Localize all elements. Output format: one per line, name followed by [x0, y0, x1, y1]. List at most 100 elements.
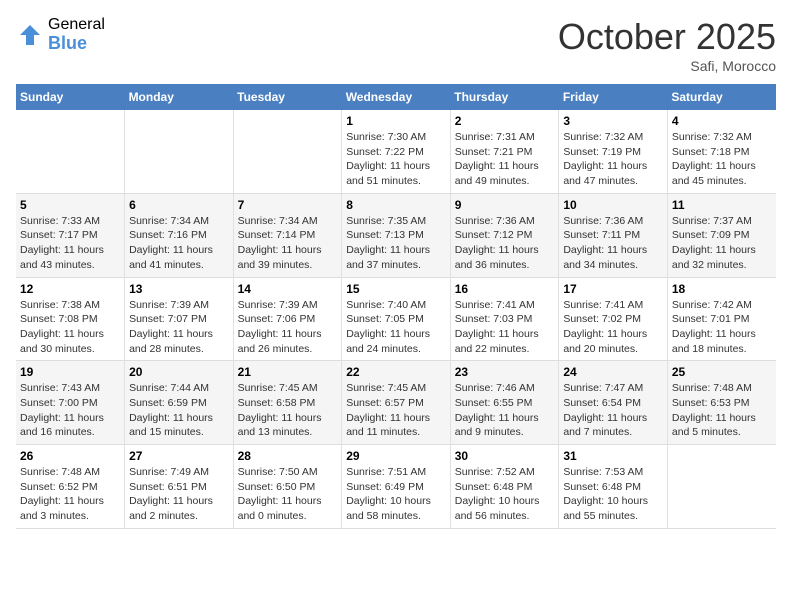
day-info: Sunrise: 7:46 AMSunset: 6:55 PMDaylight:… — [455, 381, 555, 440]
location: Safi, Morocco — [558, 58, 776, 74]
day-cell: 20 Sunrise: 7:44 AMSunset: 6:59 PMDayligh… — [125, 361, 234, 445]
col-monday: Monday — [125, 84, 234, 110]
day-cell: 28 Sunrise: 7:50 AMSunset: 6:50 PMDayligh… — [233, 445, 342, 529]
day-cell: 3 Sunrise: 7:32 AMSunset: 7:19 PMDaylight… — [559, 110, 668, 193]
day-info: Sunrise: 7:42 AMSunset: 7:01 PMDaylight:… — [672, 298, 772, 357]
day-info: Sunrise: 7:53 AMSunset: 6:48 PMDaylight:… — [563, 465, 663, 524]
day-number: 19 — [20, 365, 120, 379]
day-cell: 1 Sunrise: 7:30 AMSunset: 7:22 PMDaylight… — [342, 110, 451, 193]
day-number: 18 — [672, 282, 772, 296]
day-cell — [125, 110, 234, 193]
day-number: 9 — [455, 198, 555, 212]
day-info: Sunrise: 7:37 AMSunset: 7:09 PMDaylight:… — [672, 214, 772, 273]
calendar-table: Sunday Monday Tuesday Wednesday Thursday… — [16, 84, 776, 529]
day-number: 10 — [563, 198, 663, 212]
day-cell: 2 Sunrise: 7:31 AMSunset: 7:21 PMDaylight… — [450, 110, 559, 193]
day-number: 3 — [563, 114, 663, 128]
logo-general: General — [48, 16, 105, 34]
week-row-2: 5Sunrise: 7:33 AMSunset: 7:17 PMDaylight… — [16, 193, 776, 277]
day-cell: 10 Sunrise: 7:36 AMSunset: 7:11 PMDayligh… — [559, 193, 668, 277]
day-number: 27 — [129, 449, 229, 463]
day-info: Sunrise: 7:52 AMSunset: 6:48 PMDaylight:… — [455, 465, 555, 524]
day-number: 24 — [563, 365, 663, 379]
day-cell: 26Sunrise: 7:48 AMSunset: 6:52 PMDayligh… — [16, 445, 125, 529]
col-saturday: Saturday — [667, 84, 776, 110]
day-info: Sunrise: 7:34 AMSunset: 7:14 PMDaylight:… — [238, 214, 338, 273]
day-number: 2 — [455, 114, 555, 128]
day-cell: 7 Sunrise: 7:34 AMSunset: 7:14 PMDaylight… — [233, 193, 342, 277]
day-cell: 29Sunrise: 7:51 AMSunset: 6:49 PMDayligh… — [342, 445, 451, 529]
day-cell: 15 Sunrise: 7:40 AMSunset: 7:05 PMDayligh… — [342, 277, 451, 361]
day-number: 16 — [455, 282, 555, 296]
day-cell: 18 Sunrise: 7:42 AMSunset: 7:01 PMDayligh… — [667, 277, 776, 361]
day-info: Sunrise: 7:48 AMSunset: 6:52 PMDaylight:… — [20, 465, 120, 524]
calendar-header-row: Sunday Monday Tuesday Wednesday Thursday… — [16, 84, 776, 110]
day-info: Sunrise: 7:32 AMSunset: 7:18 PMDaylight:… — [672, 130, 772, 189]
day-number: 23 — [455, 365, 555, 379]
day-cell: 19Sunrise: 7:43 AMSunset: 7:00 PMDayligh… — [16, 361, 125, 445]
day-info: Sunrise: 7:49 AMSunset: 6:51 PMDaylight:… — [129, 465, 229, 524]
day-info: Sunrise: 7:35 AMSunset: 7:13 PMDaylight:… — [346, 214, 446, 273]
day-number: 4 — [672, 114, 772, 128]
day-info: Sunrise: 7:36 AMSunset: 7:11 PMDaylight:… — [563, 214, 663, 273]
day-cell: 27 Sunrise: 7:49 AMSunset: 6:51 PMDayligh… — [125, 445, 234, 529]
day-cell: 4 Sunrise: 7:32 AMSunset: 7:18 PMDaylight… — [667, 110, 776, 193]
day-number: 13 — [129, 282, 229, 296]
week-row-3: 12Sunrise: 7:38 AMSunset: 7:08 PMDayligh… — [16, 277, 776, 361]
col-tuesday: Tuesday — [233, 84, 342, 110]
day-cell: 22Sunrise: 7:45 AMSunset: 6:57 PMDayligh… — [342, 361, 451, 445]
day-info: Sunrise: 7:48 AMSunset: 6:53 PMDaylight:… — [672, 381, 772, 440]
title-block: October 2025 Safi, Morocco — [558, 16, 776, 74]
logo: General Blue — [16, 16, 105, 53]
day-cell: 30 Sunrise: 7:52 AMSunset: 6:48 PMDayligh… — [450, 445, 559, 529]
day-info: Sunrise: 7:30 AMSunset: 7:22 PMDaylight:… — [346, 130, 446, 189]
logo-text: General Blue — [48, 16, 105, 53]
day-cell: 13Sunrise: 7:39 AMSunset: 7:07 PMDayligh… — [125, 277, 234, 361]
day-cell — [233, 110, 342, 193]
day-number: 30 — [455, 449, 555, 463]
day-cell: 11Sunrise: 7:37 AMSunset: 7:09 PMDayligh… — [667, 193, 776, 277]
day-cell: 6 Sunrise: 7:34 AMSunset: 7:16 PMDaylight… — [125, 193, 234, 277]
col-wednesday: Wednesday — [342, 84, 451, 110]
day-cell: 8 Sunrise: 7:35 AMSunset: 7:13 PMDaylight… — [342, 193, 451, 277]
day-info: Sunrise: 7:31 AMSunset: 7:21 PMDaylight:… — [455, 130, 555, 189]
day-cell — [667, 445, 776, 529]
day-number: 8 — [346, 198, 446, 212]
month-title: October 2025 — [558, 16, 776, 58]
day-info: Sunrise: 7:33 AMSunset: 7:17 PMDaylight:… — [20, 214, 120, 273]
day-info: Sunrise: 7:34 AMSunset: 7:16 PMDaylight:… — [129, 214, 229, 273]
day-number: 14 — [238, 282, 338, 296]
day-cell: 16 Sunrise: 7:41 AMSunset: 7:03 PMDayligh… — [450, 277, 559, 361]
day-number: 25 — [672, 365, 772, 379]
day-number: 29 — [346, 449, 446, 463]
day-number: 22 — [346, 365, 446, 379]
col-thursday: Thursday — [450, 84, 559, 110]
day-info: Sunrise: 7:45 AMSunset: 6:58 PMDaylight:… — [238, 381, 338, 440]
col-friday: Friday — [559, 84, 668, 110]
day-number: 21 — [238, 365, 338, 379]
day-number: 1 — [346, 114, 446, 128]
day-number: 31 — [563, 449, 663, 463]
col-sunday: Sunday — [16, 84, 125, 110]
day-cell: 24 Sunrise: 7:47 AMSunset: 6:54 PMDayligh… — [559, 361, 668, 445]
day-info: Sunrise: 7:44 AMSunset: 6:59 PMDaylight:… — [129, 381, 229, 440]
day-cell: 9 Sunrise: 7:36 AMSunset: 7:12 PMDaylight… — [450, 193, 559, 277]
day-info: Sunrise: 7:47 AMSunset: 6:54 PMDaylight:… — [563, 381, 663, 440]
day-number: 6 — [129, 198, 229, 212]
day-info: Sunrise: 7:32 AMSunset: 7:19 PMDaylight:… — [563, 130, 663, 189]
day-number: 17 — [563, 282, 663, 296]
week-row-5: 26Sunrise: 7:48 AMSunset: 6:52 PMDayligh… — [16, 445, 776, 529]
week-row-4: 19Sunrise: 7:43 AMSunset: 7:00 PMDayligh… — [16, 361, 776, 445]
day-info: Sunrise: 7:36 AMSunset: 7:12 PMDaylight:… — [455, 214, 555, 273]
logo-icon — [16, 21, 44, 49]
day-number: 7 — [238, 198, 338, 212]
day-info: Sunrise: 7:41 AMSunset: 7:02 PMDaylight:… — [563, 298, 663, 357]
day-number: 20 — [129, 365, 229, 379]
day-number: 28 — [238, 449, 338, 463]
day-cell: 14Sunrise: 7:39 AMSunset: 7:06 PMDayligh… — [233, 277, 342, 361]
day-info: Sunrise: 7:40 AMSunset: 7:05 PMDaylight:… — [346, 298, 446, 357]
day-info: Sunrise: 7:50 AMSunset: 6:50 PMDaylight:… — [238, 465, 338, 524]
week-row-1: 1 Sunrise: 7:30 AMSunset: 7:22 PMDaylight… — [16, 110, 776, 193]
day-number: 15 — [346, 282, 446, 296]
day-info: Sunrise: 7:41 AMSunset: 7:03 PMDaylight:… — [455, 298, 555, 357]
